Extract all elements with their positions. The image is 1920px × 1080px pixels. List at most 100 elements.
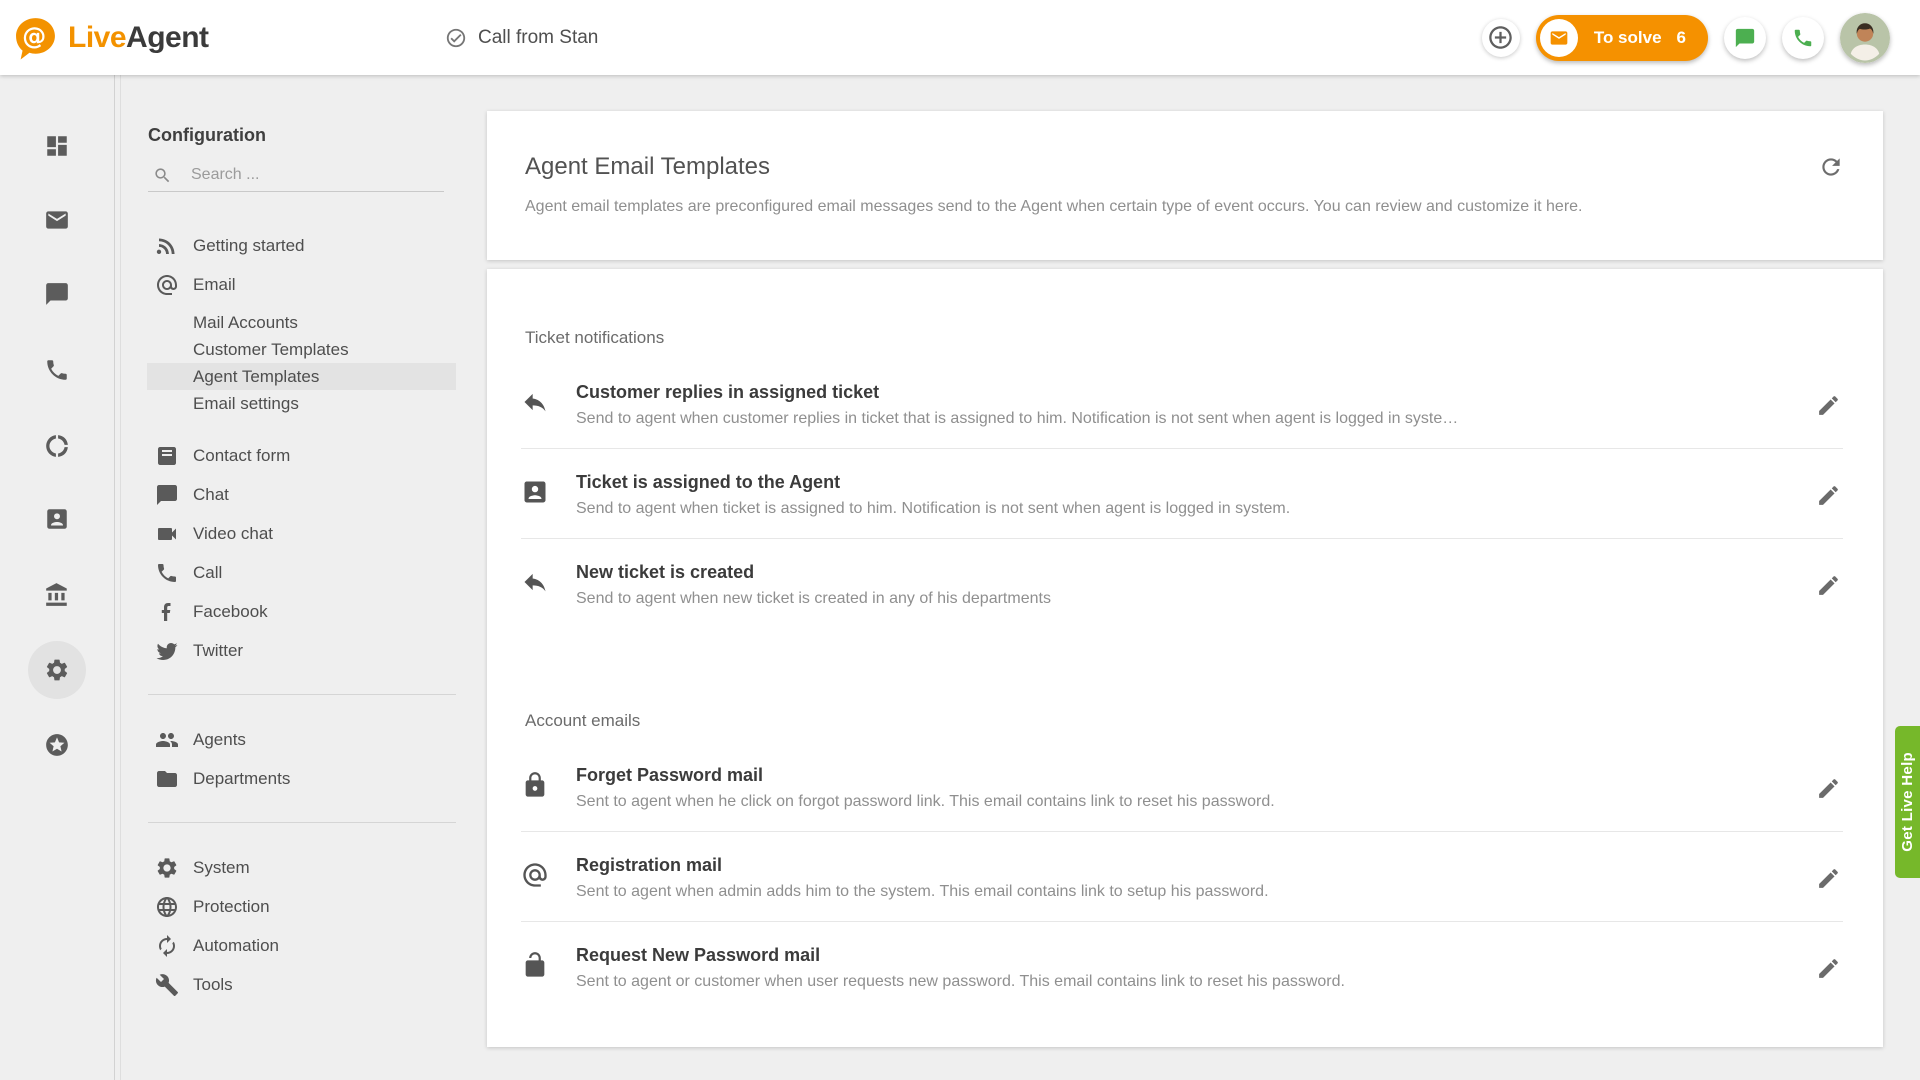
sidebar-item-agent-templates[interactable]: Agent Templates — [147, 363, 456, 390]
rail-item-dashboard[interactable] — [37, 126, 77, 166]
sidebar-item-contact-form[interactable]: Contact form — [147, 436, 456, 475]
search-input[interactable] — [189, 165, 423, 185]
lock-open-icon — [521, 951, 549, 979]
sidebar-item-email-settings[interactable]: Email settings — [147, 390, 456, 417]
star-icon — [44, 732, 70, 758]
globe-icon — [155, 895, 179, 919]
sidebar-item-agents[interactable]: Agents — [147, 720, 456, 759]
user-avatar[interactable] — [1840, 13, 1890, 63]
template-row-customer-replies-in-assigned-ticket[interactable]: Customer replies in assigned ticketSend … — [521, 348, 1843, 449]
sidebar-item-email[interactable]: Email — [147, 265, 456, 304]
sidebar-search[interactable] — [148, 159, 444, 192]
template-row-text: Customer replies in assigned ticketSend … — [576, 382, 1789, 428]
template-title: Registration mail — [576, 855, 1789, 876]
sidebar-item-automation[interactable]: Automation — [147, 926, 456, 965]
dashboard-icon — [44, 133, 70, 159]
twitter-icon — [155, 639, 179, 663]
edit-template-button[interactable] — [1813, 480, 1843, 510]
sidebar-item-video-chat[interactable]: Video chat — [147, 514, 456, 553]
template-row-request-new-password-mail[interactable]: Request New Password mailSent to agent o… — [521, 922, 1843, 1011]
sidebar-item-protection[interactable]: Protection — [147, 887, 456, 926]
start-chat-button[interactable] — [1724, 17, 1766, 59]
contacts-icon — [44, 506, 70, 532]
sidebar-item-customer-templates[interactable]: Customer Templates — [147, 336, 456, 363]
sidebar-item-twitter[interactable]: Twitter — [147, 631, 456, 670]
template-row-forget-password-mail[interactable]: Forget Password mailSent to agent when h… — [521, 731, 1843, 832]
sidebar-item-system[interactable]: System — [147, 848, 456, 887]
sidebar-item-label: System — [193, 858, 250, 878]
sidebar-item-facebook[interactable]: Facebook — [147, 592, 456, 631]
logo-word-agent: Agent — [126, 21, 209, 54]
rail-item-chat[interactable] — [37, 274, 77, 314]
ticket-tab-label: Call from Stan — [478, 27, 598, 49]
email-icon — [44, 207, 70, 233]
sidebar-item-chat[interactable]: Chat — [147, 475, 456, 514]
pencil-icon — [1816, 393, 1841, 418]
avatar-photo — [1840, 13, 1890, 63]
to-solve-label: To solve — [1594, 28, 1662, 48]
pencil-icon — [1816, 776, 1841, 801]
refresh-icon — [1818, 154, 1844, 180]
get-live-help-button[interactable]: Get Live Help — [1895, 726, 1920, 878]
rss-icon — [155, 234, 179, 258]
rail-item-contacts[interactable] — [37, 499, 77, 539]
sidebar-item-departments[interactable]: Departments — [147, 759, 456, 798]
template-title: New ticket is created — [576, 562, 1789, 583]
chat-bubble-icon — [1734, 27, 1756, 49]
wrench-icon — [155, 973, 179, 997]
top-header-bar: @ LiveAgent Call from Stan To solve 6 — [0, 0, 1920, 75]
call-icon — [44, 357, 70, 383]
sidebar-item-mail-accounts[interactable]: Mail Accounts — [147, 309, 456, 336]
sidebar-item-label: Chat — [193, 485, 229, 505]
edit-template-button[interactable] — [1813, 390, 1843, 420]
sidebar-item-label: Call — [193, 563, 222, 583]
rail-item-call[interactable] — [37, 350, 77, 390]
open-ticket-tab[interactable]: Call from Stan — [445, 0, 598, 75]
page-description: Agent email templates are preconfigured … — [525, 197, 1843, 216]
template-row-registration-mail[interactable]: Registration mailSent to agent when admi… — [521, 832, 1843, 922]
rail-item-email[interactable] — [37, 200, 77, 240]
sync-icon — [155, 934, 179, 958]
settings-icon — [155, 856, 179, 880]
facebook-icon — [155, 600, 179, 624]
sidebar-item-call[interactable]: Call — [147, 553, 456, 592]
folder-icon — [155, 767, 179, 791]
videocam-icon — [155, 522, 179, 546]
contact-form-icon — [155, 444, 179, 468]
template-row-text: Ticket is assigned to the AgentSend to a… — [576, 472, 1789, 518]
at-icon — [155, 273, 179, 297]
rail-item-reports[interactable] — [37, 426, 77, 466]
template-row-ticket-is-assigned-to-the-agent[interactable]: Ticket is assigned to the AgentSend to a… — [521, 449, 1843, 539]
edit-template-button[interactable] — [1813, 773, 1843, 803]
sidebar-item-getting-started[interactable]: Getting started — [147, 226, 456, 265]
rail-item-star[interactable] — [37, 725, 77, 765]
template-description: Send to agent when new ticket is created… — [576, 589, 1789, 608]
settings-icon — [44, 657, 70, 683]
reports-icon — [44, 433, 70, 459]
billing-icon — [44, 582, 70, 608]
pencil-icon — [1816, 866, 1841, 891]
sidebar-item-tools[interactable]: Tools — [147, 965, 456, 1004]
sidebar-item-label: Email settings — [193, 394, 299, 414]
rail-item-billing[interactable] — [37, 575, 77, 615]
add-new-button[interactable] — [1482, 19, 1520, 57]
liveagent-logo[interactable]: @ LiveAgent — [12, 0, 209, 75]
template-row-new-ticket-is-created[interactable]: New ticket is created Send to agent when … — [521, 539, 1843, 628]
logo-bubble-icon: @ — [12, 15, 58, 61]
sidebar-item-label: Agent Templates — [193, 367, 319, 387]
edit-template-button[interactable] — [1813, 953, 1843, 983]
sidebar-divider — [148, 694, 456, 695]
page-header-card: Agent Email Templates Agent email templa… — [487, 111, 1883, 260]
template-row-text: Registration mailSent to agent when admi… — [576, 855, 1789, 901]
at-icon — [521, 861, 549, 889]
lock-icon — [521, 771, 549, 799]
to-solve-button[interactable]: To solve 6 — [1536, 15, 1708, 61]
edit-template-button[interactable] — [1813, 863, 1843, 893]
sidebar-item-label: Mail Accounts — [193, 313, 298, 333]
sidebar-item-label: Agents — [193, 730, 246, 750]
edit-template-button[interactable] — [1813, 570, 1843, 600]
start-call-button[interactable] — [1782, 17, 1824, 59]
template-description: Sent to agent when he click on forgot pa… — [576, 792, 1789, 811]
rail-item-settings[interactable] — [28, 641, 86, 699]
refresh-button[interactable] — [1816, 152, 1846, 182]
